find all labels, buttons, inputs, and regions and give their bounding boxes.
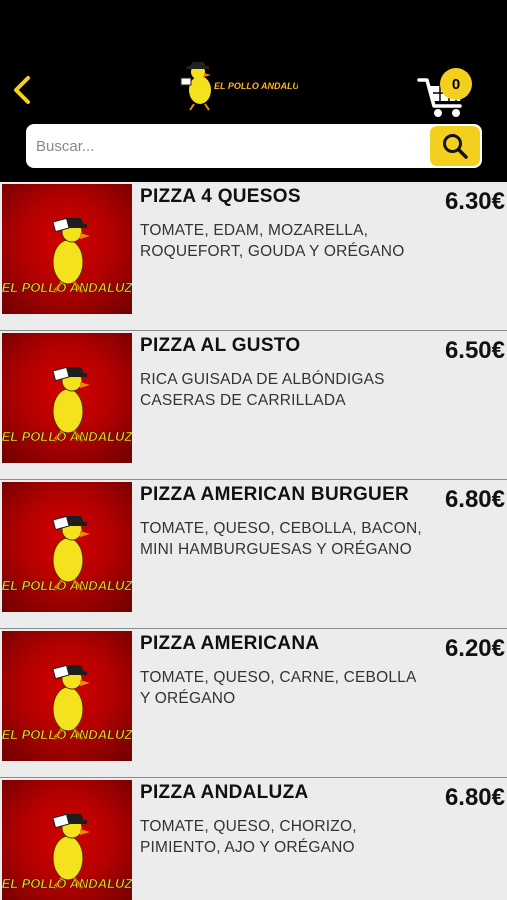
product-image: EL POLLO ANDALUZ xyxy=(2,333,132,463)
product-name: PIZZA AMERICANA xyxy=(140,633,320,654)
product-item[interactable]: EL POLLO ANDALUZ PIZZA ANDALUZA TOMATE, … xyxy=(0,778,507,900)
back-button[interactable] xyxy=(6,72,38,108)
product-item[interactable]: EL POLLO ANDALUZ PIZZA AL GUSTO RICA GUI… xyxy=(0,331,507,480)
product-price: 6.80€ xyxy=(444,486,505,513)
product-name: PIZZA 4 QUESOS xyxy=(140,186,301,207)
cart-count-badge: 0 xyxy=(440,68,472,100)
chevron-left-icon xyxy=(14,76,30,104)
search-input[interactable] xyxy=(26,124,428,168)
product-description: RICA GUISADA DE ALBÓNDIGAS CASERAS DE CA… xyxy=(140,371,385,409)
search-bar xyxy=(26,124,482,168)
brand-logo: EL POLLO ANDALUZ xyxy=(178,58,305,112)
product-image: EL POLLO ANDALUZ xyxy=(2,482,132,612)
product-name: PIZZA AL GUSTO xyxy=(140,335,301,356)
product-item[interactable]: EL POLLO ANDALUZ PIZZA AMERICANA TOMATE,… xyxy=(0,629,507,778)
product-image: EL POLLO ANDALUZ xyxy=(2,184,132,314)
product-price: 6.80€ xyxy=(444,784,505,811)
product-item[interactable]: EL POLLO ANDALUZ PIZZA 4 QUESOS TOMATE, … xyxy=(0,182,507,331)
product-image-text: EL POLLO ANDALUZ xyxy=(2,876,132,891)
product-price: 6.20€ xyxy=(444,635,505,662)
product-image: EL POLLO ANDALUZ xyxy=(2,780,132,900)
search-icon xyxy=(443,134,468,159)
product-description: TOMATE, QUESO, CHORIZO, PIMIENTO, AJO Y … xyxy=(140,818,357,856)
search-button[interactable] xyxy=(430,126,480,166)
product-image: EL POLLO ANDALUZ xyxy=(2,631,132,761)
product-description: TOMATE, QUESO, CARNE, CEBOLLA Y ORÉGANO xyxy=(140,669,416,707)
product-name: PIZZA ANDALUZA xyxy=(140,782,309,803)
product-image-text: EL POLLO ANDALUZ xyxy=(2,429,132,444)
product-price: 6.50€ xyxy=(444,337,505,364)
product-price: 6.30€ xyxy=(444,188,505,215)
product-item[interactable]: EL POLLO ANDALUZ PIZZA AMERICAN BURGUER … xyxy=(0,480,507,629)
product-image-text: EL POLLO ANDALUZ xyxy=(2,727,132,742)
product-name: PIZZA AMERICAN BURGUER xyxy=(140,484,410,505)
app-header: EL POLLO ANDALUZ 0 xyxy=(0,0,507,182)
product-description: TOMATE, EDAM, MOZARELLA, ROQUEFORT, GOUD… xyxy=(140,222,405,260)
product-image-text: EL POLLO ANDALUZ xyxy=(2,280,132,295)
product-description: TOMATE, QUESO, CEBOLLA, BACON, MINI HAMB… xyxy=(140,520,422,558)
product-image-text: EL POLLO ANDALUZ xyxy=(2,578,132,593)
logo-text: EL POLLO ANDALUZ xyxy=(214,81,298,91)
product-list: EL POLLO ANDALUZ PIZZA 4 QUESOS TOMATE, … xyxy=(0,182,507,900)
